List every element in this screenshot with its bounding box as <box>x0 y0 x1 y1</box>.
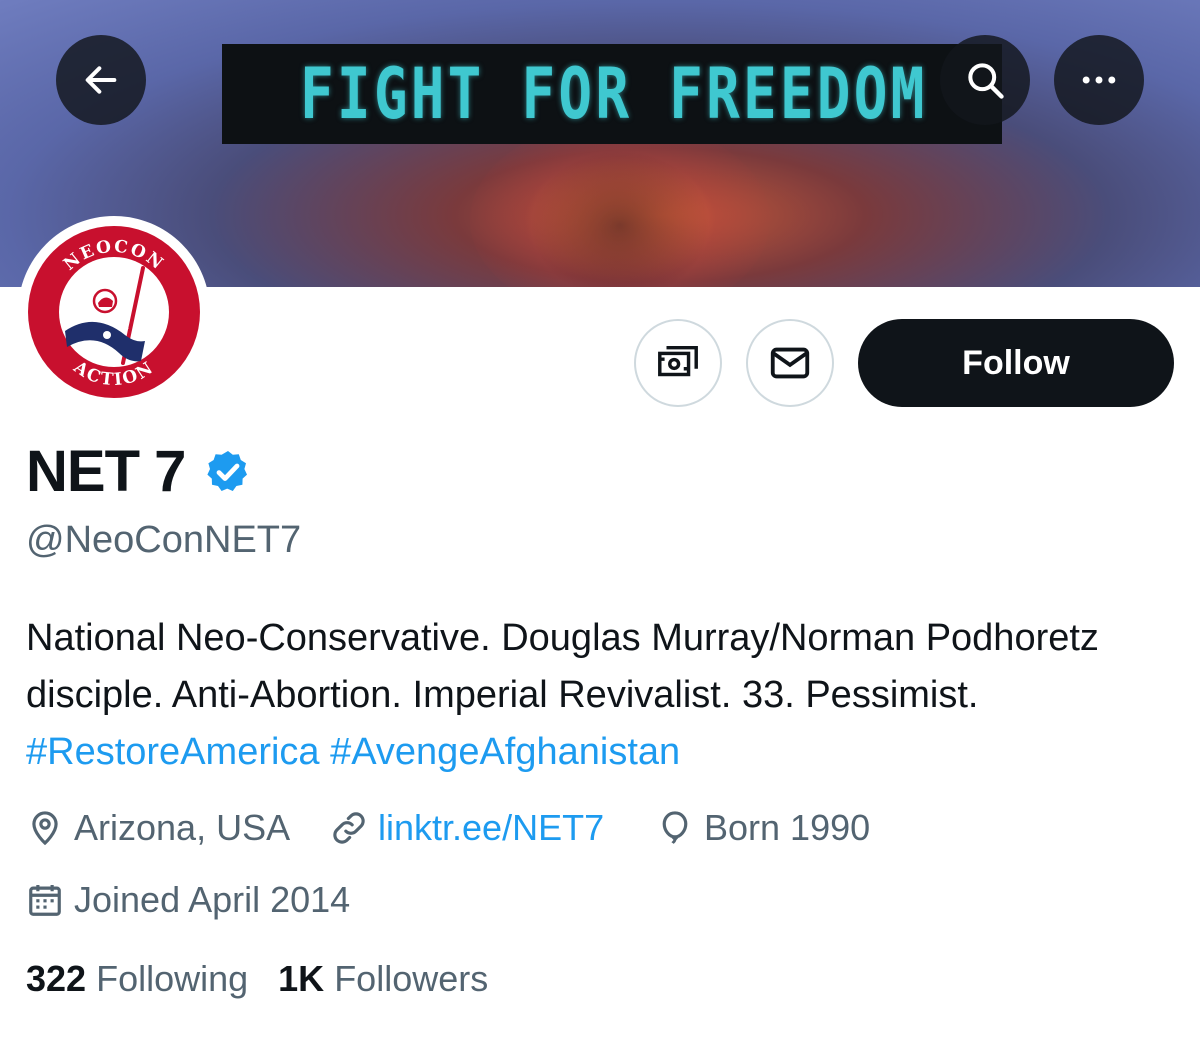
born-text: Born 1990 <box>704 807 871 848</box>
banner-sign: FIGHT FOR FREEDOM <box>222 44 1002 144</box>
website-link[interactable]: linktr.ee/NET7 <box>378 804 604 852</box>
link-icon <box>333 812 365 844</box>
bio-text: National Neo-Conservative. Douglas Murra… <box>26 617 1099 716</box>
follow-button[interactable]: Follow <box>858 319 1174 407</box>
hashtag-link[interactable]: #RestoreAmerica <box>26 731 320 773</box>
following-count: 322 <box>26 958 87 999</box>
verified-badge-icon[interactable] <box>204 448 252 496</box>
balloon-icon <box>662 811 688 844</box>
location: Arizona, USA <box>26 804 290 852</box>
followers-count: 1K <box>278 958 325 999</box>
handle: @NeoConNET7 <box>26 519 302 561</box>
following-label: Following <box>96 958 249 999</box>
money-icon <box>658 345 698 377</box>
banner-figure <box>530 150 710 287</box>
back-button[interactable] <box>56 35 146 125</box>
tip-button[interactable] <box>634 319 722 407</box>
envelope-icon <box>770 347 810 379</box>
avatar[interactable]: NEOCON ACTION <box>18 216 210 408</box>
location-pin-icon <box>32 811 58 846</box>
search-button[interactable] <box>940 35 1030 125</box>
birthday: Born 1990 <box>656 804 870 852</box>
banner-sign-text: FIGHT FOR FREEDOM <box>300 53 928 135</box>
followers-stat[interactable]: 1K Followers <box>278 955 488 1003</box>
more-horizontal-icon <box>1082 76 1116 84</box>
neocon-action-logo: NEOCON ACTION <box>28 226 200 398</box>
bio: National Neo-Conservative. Douglas Murra… <box>26 610 1166 781</box>
arrow-left-icon <box>85 66 117 94</box>
more-button[interactable] <box>1054 35 1144 125</box>
website[interactable]: linktr.ee/NET7 <box>330 804 604 852</box>
search-icon <box>968 63 1004 99</box>
joined-text: Joined April 2014 <box>74 879 351 920</box>
join-date: Joined April 2014 <box>26 876 350 924</box>
hashtag-link[interactable]: #AvengeAfghanistan <box>330 731 680 773</box>
followers-label: Followers <box>334 958 489 999</box>
location-text: Arizona, USA <box>74 807 291 848</box>
follow-stats: 322 Following 1K Followers <box>26 955 518 1003</box>
display-name: NET 7 <box>26 439 186 504</box>
message-button[interactable] <box>746 319 834 407</box>
calendar-icon <box>29 884 61 916</box>
following-stat[interactable]: 322 Following <box>26 955 248 1003</box>
